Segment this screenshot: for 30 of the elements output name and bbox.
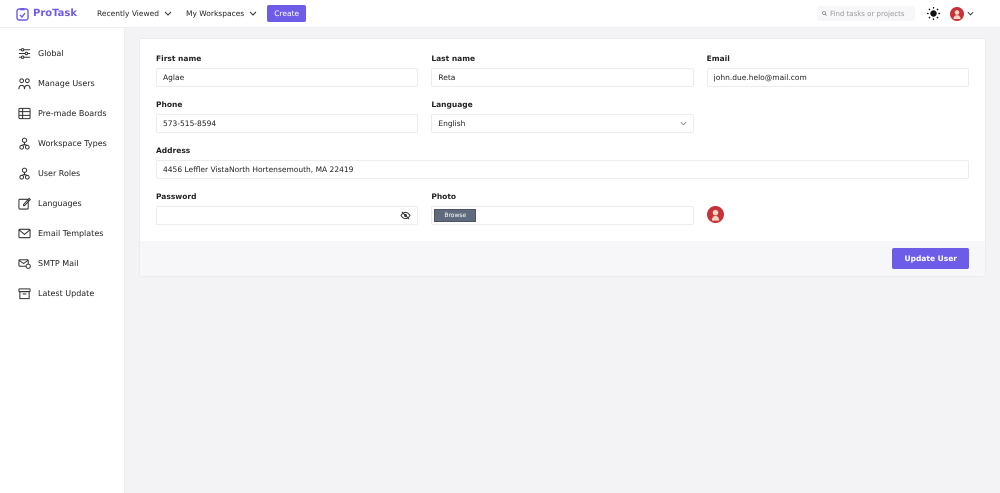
eye-slash-icon[interactable] <box>400 211 412 220</box>
sidebar-icon <box>18 166 31 180</box>
caret-icon <box>164 11 172 16</box>
sidebar-icon <box>18 286 31 300</box>
avatar-icon[interactable] <box>950 6 964 20</box>
sidebar-icon <box>18 46 31 60</box>
sidebar-item[interactable]: Email Templates <box>0 218 124 248</box>
caret-icon <box>249 11 258 16</box>
sidebar-icon <box>18 196 31 210</box>
sidebar-item[interactable]: Manage Users <box>0 68 124 98</box>
sidebar-item[interactable]: Languages <box>0 188 124 218</box>
caret-icon[interactable] <box>967 11 974 16</box>
sidebar-icon <box>18 256 31 270</box>
sun-icon[interactable] <box>927 7 940 20</box>
photo-preview <box>706 206 724 223</box>
search-icon <box>822 9 827 18</box>
sidebar-item[interactable]: SMTP Mail <box>0 248 124 278</box>
sidebar-item[interactable]: Workspace Types <box>0 128 124 158</box>
password-field[interactable] <box>156 206 418 225</box>
sidebar-item[interactable]: Pre-made Boards <box>0 98 124 128</box>
sidebar-icon <box>18 226 31 240</box>
clipboard-check-icon <box>16 6 29 20</box>
sidebar-item[interactable]: Global <box>0 38 124 68</box>
sidebar-icon <box>18 136 31 150</box>
sidebar-icon <box>18 76 31 90</box>
sidebar-icon <box>18 106 31 120</box>
sidebar-item[interactable]: Latest Update <box>0 278 124 308</box>
sidebar-item[interactable]: User Roles <box>0 158 124 188</box>
caret-icon <box>680 121 687 126</box>
logo[interactable]: ProTask <box>33 8 78 19</box>
